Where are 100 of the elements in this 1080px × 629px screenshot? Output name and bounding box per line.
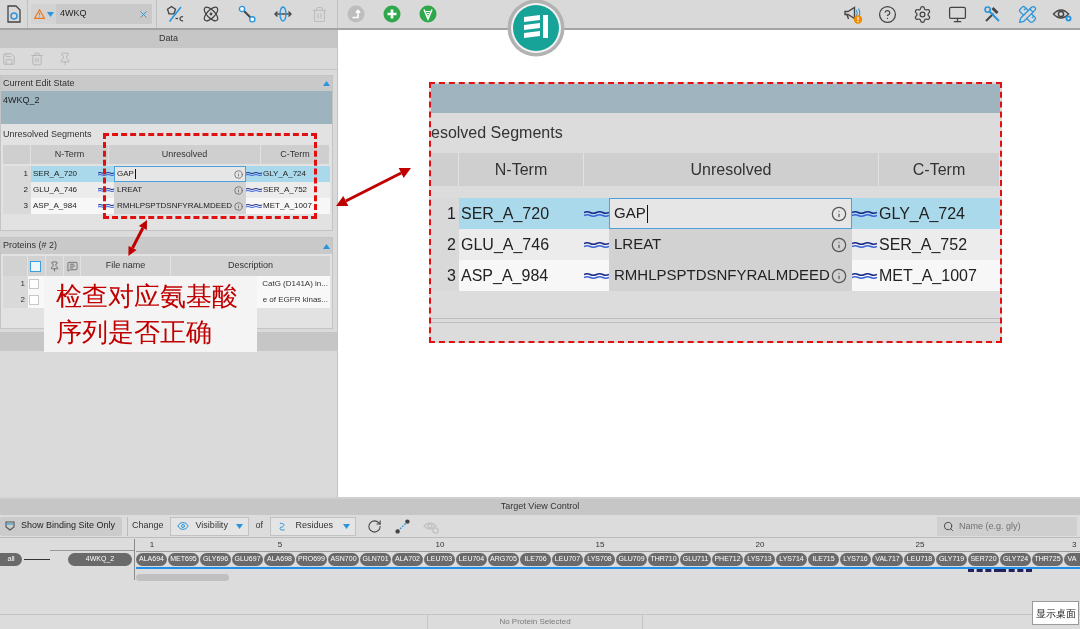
panel-title-bar: Target View Control	[0, 499, 1080, 515]
wavy-link-icon	[584, 241, 609, 248]
row-number: 1	[3, 276, 28, 292]
segment-row[interactable]: 3 ASP_A_984 RMHLPSPTDSNFYRALMDEED MET_A_1007	[3, 198, 330, 214]
binding-site-button[interactable]: Show Binding Site Only	[0, 516, 122, 536]
row-checkbox[interactable]	[29, 295, 39, 305]
structure-field[interactable]: 4WKQ	[56, 4, 152, 24]
sequence-field[interactable]: RMHLPSPTDSNFYRALMDEED	[609, 260, 852, 291]
atom-icon[interactable]	[202, 5, 220, 23]
warning-menu-button[interactable]	[31, 4, 56, 24]
wavy-link-icon	[246, 204, 262, 208]
select-all-checkbox[interactable]	[30, 260, 41, 272]
column-header: C-Term	[879, 153, 1000, 186]
change-label: Change	[132, 519, 164, 533]
wavy-link-icon	[852, 272, 877, 279]
column-header: Unresolved	[109, 145, 261, 164]
search-field[interactable]: Name (e.g. gly)	[937, 516, 1077, 536]
sequence-field[interactable]: GAP	[609, 198, 852, 229]
sequence-field[interactable]: GAP	[114, 166, 246, 182]
ruler-label: 20	[755, 539, 765, 551]
shield-icon	[5, 521, 15, 531]
caret-down-icon[interactable]	[343, 523, 351, 529]
wavy-link-icon	[98, 204, 114, 208]
annotation-note: 检查对应氨基酸序列是否正确	[44, 276, 257, 352]
caret-down-icon[interactable]	[46, 11, 54, 17]
row-number: 2	[3, 292, 28, 308]
status-message: No Protein Selected	[499, 616, 571, 628]
c-term-cell-text: SER_A_752	[262, 184, 309, 196]
wavy-link-icon	[584, 272, 609, 279]
column-header: Description	[227, 259, 274, 273]
c-term-cell-text: GLY_A_724	[878, 203, 966, 224]
n-term-cell-text: SER_A_720	[460, 203, 551, 224]
ruler-label: 5	[277, 539, 283, 551]
info-icon[interactable]	[831, 267, 847, 284]
spring-circle-icon[interactable]	[419, 5, 437, 23]
segment-row[interactable]: 3 ASP_A_984 RMHLPSPTDSNFYRALMDEED MET_A_1007	[431, 260, 1000, 291]
wavy-link-icon	[246, 172, 262, 176]
wavy-link-icon	[852, 241, 877, 248]
n-term-cell-text: GLU_A_746	[32, 184, 79, 196]
info-icon[interactable]	[234, 169, 243, 179]
info-icon[interactable]	[831, 205, 847, 222]
c-term-cell-text: GLY_A_724	[262, 168, 307, 180]
pencil-ruler-icon[interactable]	[1018, 4, 1037, 24]
plus-circle-icon[interactable]	[383, 5, 401, 23]
row-number: 2	[431, 229, 459, 260]
hammer-wrench-icon[interactable]	[983, 4, 1002, 24]
comment-icon[interactable]	[66, 260, 78, 272]
residues-dropdown[interactable]: Residues	[270, 516, 357, 536]
refresh-icon[interactable]	[367, 518, 383, 534]
row-checkbox[interactable]	[29, 279, 39, 289]
document-icon[interactable]	[6, 5, 21, 23]
monitor-icon[interactable]	[948, 4, 967, 24]
visibility-dropdown[interactable]: Visibility	[169, 516, 249, 536]
ruler-label: 1	[149, 539, 155, 551]
ruler-label: 10	[435, 539, 445, 551]
pin-icon[interactable]	[49, 260, 60, 272]
rotate-axis-icon[interactable]	[274, 5, 292, 23]
n-term-cell-text: SER_A_720	[32, 168, 79, 180]
segment-row[interactable]: 1 SER_A_720 GAP GLY_A_724	[3, 166, 330, 182]
tooltip: 显示桌面	[1032, 601, 1079, 625]
segment-row[interactable]: 1 SER_A_720 GAP GLY_A_724	[431, 198, 1000, 229]
section-title: Proteins (# 2)	[3, 239, 58, 253]
wavy-link-icon	[246, 188, 262, 192]
section-title: Current Edit State	[3, 76, 75, 90]
info-icon[interactable]	[831, 236, 847, 253]
c-term-cell-text: SER_A_752	[878, 234, 969, 255]
c-term-cell-text: MET_A_1007	[262, 200, 313, 212]
pentagon-slash-icon[interactable]	[166, 5, 184, 23]
row-number: 3	[3, 198, 31, 214]
ruler-label: 3	[1072, 539, 1077, 551]
sequence-field[interactable]: LREAT	[609, 229, 852, 260]
logo-icon[interactable]	[507, 0, 565, 57]
description-cell: CatG (D141A) in...	[262, 278, 328, 290]
connected-nodes-icon[interactable]	[238, 5, 256, 23]
clear-icon[interactable]	[138, 8, 149, 20]
caret-down-icon[interactable]	[235, 523, 243, 529]
segment-row[interactable]: 2 GLU_A_746 LREAT SER_A_752	[3, 182, 330, 198]
info-icon[interactable]	[234, 201, 243, 211]
ruler-label: 25	[915, 539, 925, 551]
text-cursor-icon	[646, 204, 648, 223]
row-number: 1	[431, 198, 459, 229]
n-term-cell-text: GLU_A_746	[460, 234, 551, 255]
eye-icon	[176, 520, 189, 532]
ruler-label: 15	[595, 539, 605, 551]
text-cursor-icon	[134, 169, 136, 179]
wavy-link-icon	[584, 210, 609, 217]
section-label: esolved Segments	[431, 123, 563, 143]
squiggle-icon	[279, 520, 286, 532]
connect-dots-icon[interactable]	[395, 518, 411, 534]
sequence-field[interactable]: LREAT	[114, 182, 246, 198]
scrollbar-thumb[interactable]	[136, 574, 229, 581]
segment-row[interactable]: 2 GLU_A_746 LREAT SER_A_752	[431, 229, 1000, 260]
sequence-field[interactable]: RMHLPSPTDSNFYRALMDEED	[114, 198, 246, 214]
help-icon[interactable]	[878, 4, 897, 24]
info-icon[interactable]	[234, 185, 243, 195]
settings-icon[interactable]	[913, 4, 932, 24]
collapse-caret-icon[interactable]	[323, 243, 330, 249]
collapse-caret-icon[interactable]	[323, 81, 330, 86]
column-header: N-Term	[31, 145, 109, 164]
megaphone-alert-icon[interactable]	[842, 4, 863, 24]
